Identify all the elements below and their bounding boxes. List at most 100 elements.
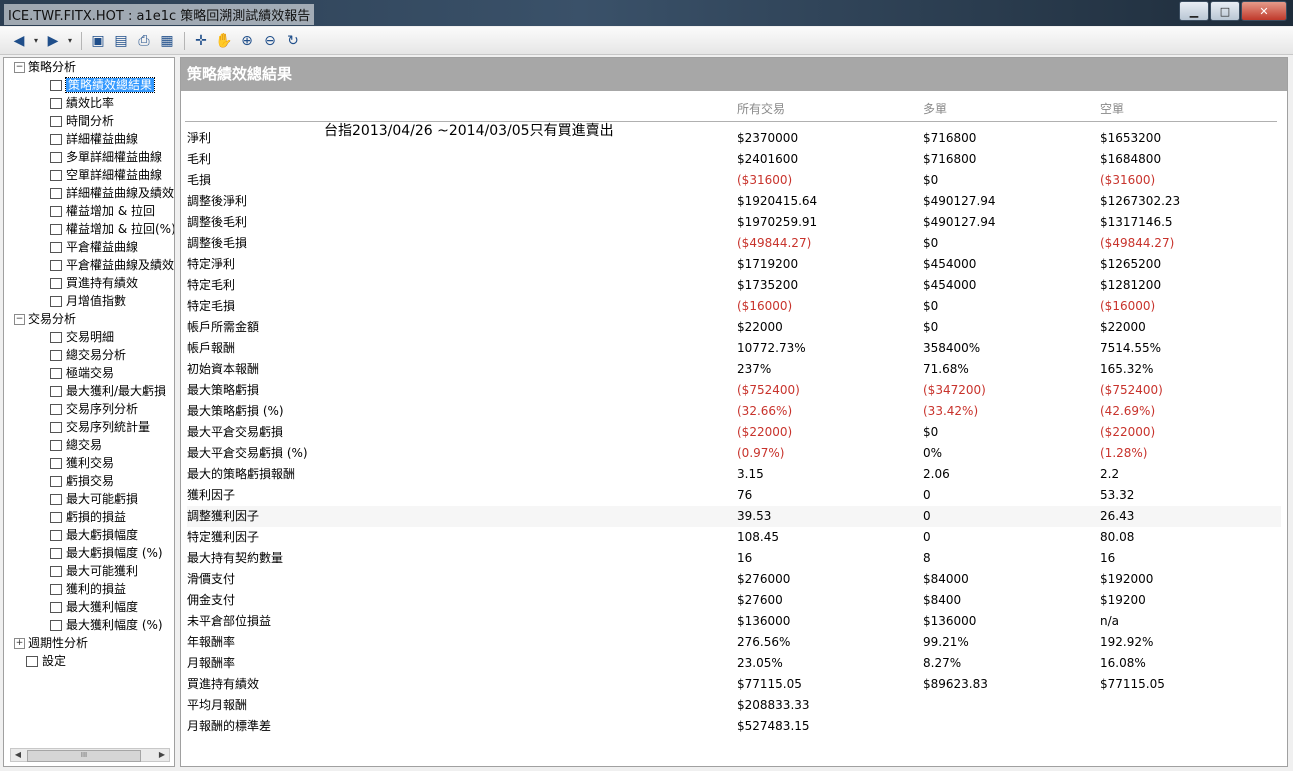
tree-item[interactable]: 交易明細 (50, 328, 114, 346)
tree-item[interactable]: 平倉權益曲線及績效 (50, 256, 174, 274)
tree-item-label: 總交易 (66, 438, 103, 452)
cell-long: $0 (923, 320, 939, 334)
cell-long: $716800 (923, 131, 977, 145)
tree-group-label: 週期性分析 (28, 636, 89, 650)
tree-item[interactable]: 策略績效總結果 (50, 76, 156, 94)
tree-item-label: 詳細權益曲線及績效 (66, 186, 175, 200)
tree-group[interactable]: + 週期性分析 (14, 634, 88, 652)
tree-item[interactable]: 最大虧損幅度 (50, 526, 138, 544)
tree-item[interactable]: 詳細權益曲線 (50, 130, 138, 148)
scroll-right-icon[interactable]: ▶ (155, 749, 169, 761)
tree-item[interactable]: 最大獲利幅度 (%) (50, 616, 163, 634)
tree-item[interactable]: 時間分析 (50, 112, 114, 130)
forward-dropdown-icon[interactable]: ▾ (65, 31, 75, 51)
tree-item[interactable]: 最大獲利幅度 (50, 598, 138, 616)
table-row: 調整後淨利 $1920415.64 $490127.94 $1267302.23 (187, 191, 1281, 212)
tree-item[interactable]: 總交易 (50, 436, 102, 454)
tree-item[interactable]: 多單詳細權益曲線 (50, 148, 162, 166)
cell-all: $1920415.64 (737, 194, 818, 208)
row-label: 未平倉部位損益 (187, 614, 272, 628)
tree-item[interactable]: 虧損的損益 (50, 508, 126, 526)
cell-short: (42.69%) (1100, 404, 1156, 418)
report-node-icon (50, 404, 62, 415)
close-button[interactable]: ✕ (1241, 1, 1287, 21)
export-icon[interactable]: ▤ (110, 31, 132, 51)
reset-icon[interactable]: ↻ (282, 31, 304, 51)
hand-icon[interactable]: ✋ (213, 31, 235, 51)
title-bar: ICE.TWF.FITX.HOT : a1e1c 策略回溯測試績效報告 ▁ □ … (0, 0, 1293, 26)
tree-item[interactable]: 買進持有績效 (50, 274, 138, 292)
settings-node-icon (26, 656, 38, 667)
cell-short: $1281200 (1100, 278, 1162, 292)
zoom-in-icon[interactable]: ⊕ (236, 31, 258, 51)
table-row: 特定毛損 ($16000) $0 ($16000) (187, 296, 1281, 317)
cell-short: 192.92% (1100, 635, 1154, 649)
tree-item-label: 權益增加 & 拉回 (66, 204, 155, 218)
tree-item[interactable]: 極端交易 (50, 364, 114, 382)
row-label: 最大平倉交易虧損 (%) (187, 446, 308, 460)
row-label: 特定獲利因子 (187, 530, 260, 544)
report-node-icon (50, 152, 62, 163)
tree-item[interactable]: 詳細權益曲線及績效 (50, 184, 174, 202)
tree-item[interactable]: 交易序列分析 (50, 400, 138, 418)
table-row: 平均月報酬 $208833.33 (187, 695, 1281, 716)
table-row: 最大平倉交易虧損 (%) (0.97%) 0% (1.28%) (187, 443, 1281, 464)
maximize-button[interactable]: □ (1210, 1, 1240, 21)
tree-item[interactable]: 虧損交易 (50, 472, 114, 490)
cell-short: 7514.55% (1100, 341, 1162, 355)
tree-item[interactable]: 獲利的損益 (50, 580, 126, 598)
tree-item[interactable]: 權益增加 & 拉回 (50, 202, 155, 220)
back-icon[interactable]: ◀ (8, 31, 30, 51)
tree-item-label: 權益增加 & 拉回(%) (66, 222, 175, 236)
tree-item[interactable]: 交易序列統計量 (50, 418, 150, 436)
tree-item[interactable]: 最大可能虧損 (50, 490, 138, 508)
table-row: 初始資本報酬 237% 71.68% 165.32% (187, 359, 1281, 380)
tree-item[interactable]: 總交易分析 (50, 346, 126, 364)
tree-item[interactable]: 權益增加 & 拉回(%) (50, 220, 175, 238)
cell-long: 0 (923, 509, 931, 523)
expander-icon[interactable]: − (14, 314, 25, 325)
crosshair-icon[interactable]: ✛ (190, 31, 212, 51)
print-icon[interactable]: ⎙ (133, 31, 155, 51)
expander-icon[interactable]: − (14, 62, 25, 73)
tree-group-label: 策略分析 (28, 60, 77, 74)
zoom-out-icon[interactable]: ⊖ (259, 31, 281, 51)
row-label: 特定淨利 (187, 257, 236, 271)
back-dropdown-icon[interactable]: ▾ (31, 31, 41, 51)
save-icon[interactable]: ▣ (87, 31, 109, 51)
table-row: 買進持有績效 $77115.05 $89623.83 $77115.05 (187, 674, 1281, 695)
tree-item[interactable]: 績效比率 (50, 94, 114, 112)
tree-item[interactable]: 獲利交易 (50, 454, 114, 472)
row-label: 最大的策略虧損報酬 (187, 467, 296, 481)
tree-item-label: 策略績效總結果 (64, 77, 156, 93)
tree-item-label: 最大虧損幅度 (66, 528, 139, 542)
forward-icon[interactable]: ▶ (42, 31, 64, 51)
cell-short: $19200 (1100, 593, 1146, 607)
tree-group[interactable]: 設定 (14, 652, 66, 670)
row-label: 調整獲利因子 (187, 509, 260, 523)
cell-long: $0 (923, 425, 939, 439)
minimize-button[interactable]: ▁ (1179, 1, 1209, 21)
scroll-thumb[interactable]: III (27, 750, 141, 762)
expander-icon[interactable]: + (14, 638, 25, 649)
table-row: 毛損 ($31600) $0 ($31600) (187, 170, 1281, 191)
tree-group[interactable]: − 交易分析 (14, 310, 76, 328)
scroll-left-icon[interactable]: ◀ (11, 749, 25, 761)
tree-item-label: 買進持有績效 (66, 276, 139, 290)
table-row: 調整後毛利 $1970259.91 $490127.94 $1317146.5 (187, 212, 1281, 233)
tree-item-label: 最大可能虧損 (66, 492, 139, 506)
tree-group[interactable]: − 策略分析 (14, 58, 76, 76)
cell-all: $1719200 (737, 257, 799, 271)
tree-item[interactable]: 最大獲利/最大虧損 (50, 382, 166, 400)
row-label: 帳戶報酬 (187, 341, 236, 355)
cell-long: $89623.83 (923, 677, 988, 691)
tree-item[interactable]: 最大可能獲利 (50, 562, 138, 580)
tree-horizontal-scrollbar[interactable]: ◀ III ▶ (10, 748, 170, 762)
tree-item[interactable]: 最大虧損幅度 (%) (50, 544, 163, 562)
tree-item[interactable]: 空單詳細權益曲線 (50, 166, 162, 184)
table-row: 特定獲利因子 108.45 0 80.08 (187, 527, 1281, 548)
report-node-icon (50, 134, 62, 145)
tree-item[interactable]: 月增值指數 (50, 292, 126, 310)
options-icon[interactable]: ▦ (156, 31, 178, 51)
tree-item[interactable]: 平倉權益曲線 (50, 238, 138, 256)
